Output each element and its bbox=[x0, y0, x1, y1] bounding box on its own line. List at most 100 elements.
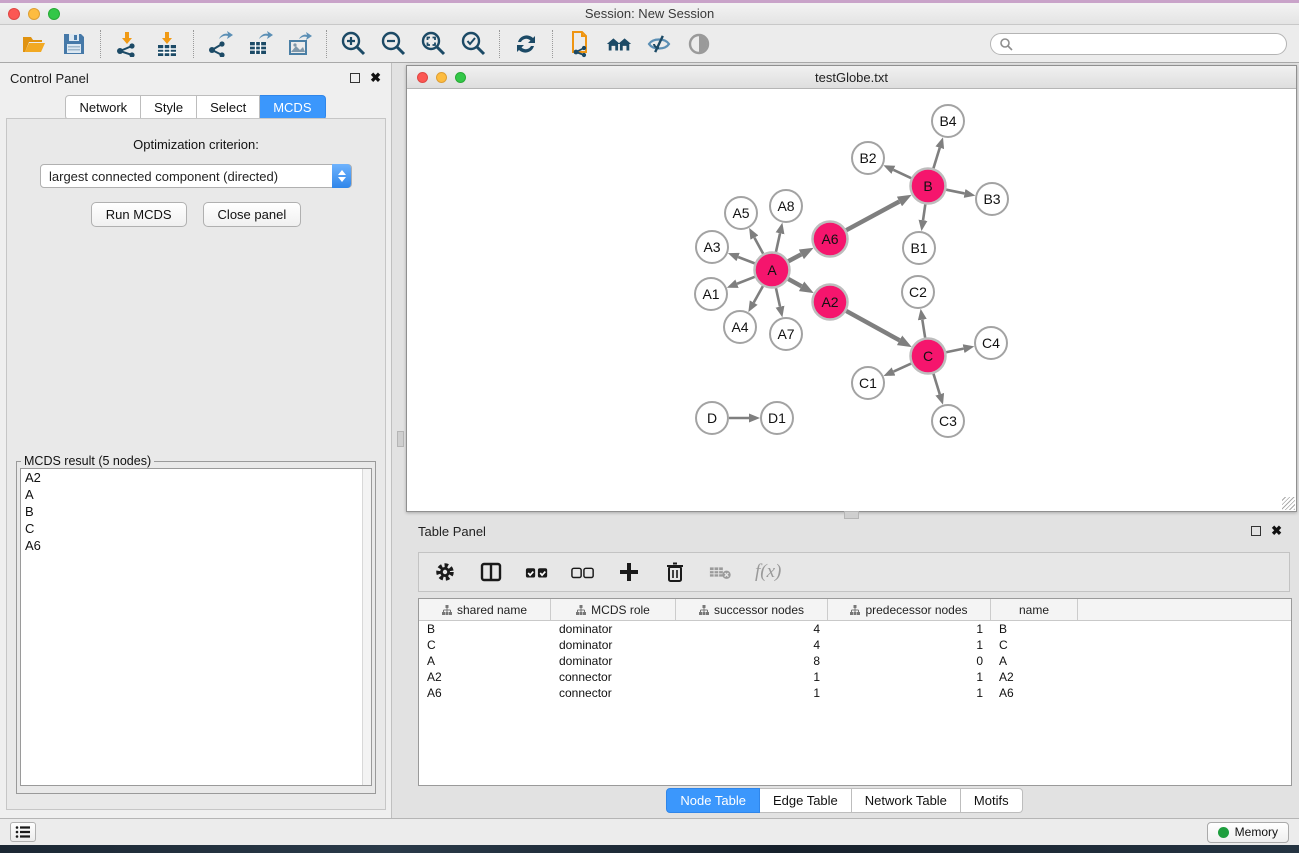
tab-network[interactable]: Network bbox=[65, 95, 141, 120]
table-cell[interactable]: 1 bbox=[828, 638, 991, 652]
network-zoom-button[interactable] bbox=[455, 72, 466, 83]
table-row[interactable]: Bdominator41B bbox=[419, 621, 1291, 637]
graph-edge[interactable] bbox=[754, 238, 763, 254]
table-cell[interactable]: 1 bbox=[676, 670, 828, 684]
table-cell[interactable]: C bbox=[991, 638, 1078, 652]
delete-table-icon[interactable] bbox=[709, 560, 733, 584]
window-resize-grip[interactable] bbox=[1282, 497, 1295, 510]
show-graphics-details-icon[interactable] bbox=[685, 30, 713, 58]
close-panel-icon[interactable]: ✖ bbox=[370, 73, 381, 83]
float-panel-icon[interactable] bbox=[350, 73, 360, 83]
criterion-dropdown[interactable]: largest connected component (directed) bbox=[40, 164, 352, 188]
tab-node-table[interactable]: Node Table bbox=[666, 788, 760, 813]
graph-edge[interactable] bbox=[922, 320, 925, 338]
table-cell[interactable]: dominator bbox=[551, 654, 676, 668]
table-cell[interactable]: connector bbox=[551, 670, 676, 684]
column-header[interactable]: MCDS role bbox=[551, 599, 676, 620]
export-network-icon[interactable] bbox=[206, 30, 234, 58]
graph-edge[interactable] bbox=[846, 311, 899, 340]
list-item[interactable]: C bbox=[21, 520, 371, 537]
graph-edge[interactable] bbox=[923, 204, 925, 220]
graph-edge[interactable] bbox=[754, 286, 763, 302]
column-header[interactable]: successor nodes bbox=[676, 599, 828, 620]
zoom-out-icon[interactable] bbox=[379, 30, 407, 58]
table-cell[interactable]: connector bbox=[551, 686, 676, 700]
table-row[interactable]: Cdominator41C bbox=[419, 637, 1291, 653]
first-neighbors-icon[interactable] bbox=[605, 30, 633, 58]
graph-edge[interactable] bbox=[737, 277, 755, 284]
graph-edge[interactable] bbox=[933, 148, 939, 169]
table-cell[interactable]: A bbox=[991, 654, 1078, 668]
table-settings-gear-icon[interactable] bbox=[433, 560, 457, 584]
import-network-icon[interactable] bbox=[113, 30, 141, 58]
table-cell[interactable]: C bbox=[419, 638, 551, 652]
run-mcds-button[interactable]: Run MCDS bbox=[91, 202, 187, 227]
table-cell[interactable]: A6 bbox=[991, 686, 1078, 700]
table-row[interactable]: Adominator80A bbox=[419, 653, 1291, 669]
graph-edge[interactable] bbox=[946, 349, 963, 353]
column-header[interactable]: name bbox=[991, 599, 1078, 620]
zoom-fit-icon[interactable] bbox=[419, 30, 447, 58]
result-scrollbar[interactable] bbox=[362, 469, 371, 785]
table-cell[interactable]: 8 bbox=[676, 654, 828, 668]
list-item[interactable]: B bbox=[21, 503, 371, 520]
zoom-window-button[interactable] bbox=[48, 8, 60, 20]
tab-mcds[interactable]: MCDS bbox=[260, 95, 325, 120]
list-item[interactable]: A2 bbox=[21, 469, 371, 486]
network-canvas[interactable]: B4B2BB3A8A5A6A3B1AC2A1A2A4A7C4CC1C3DD1 bbox=[407, 89, 1296, 511]
minimize-window-button[interactable] bbox=[28, 8, 40, 20]
export-image-icon[interactable] bbox=[286, 30, 314, 58]
table-cell[interactable]: 4 bbox=[676, 622, 828, 636]
memory-button[interactable]: Memory bbox=[1207, 822, 1289, 843]
column-header[interactable]: shared name bbox=[419, 599, 551, 620]
graph-edge[interactable] bbox=[894, 364, 912, 372]
close-table-panel-icon[interactable]: ✖ bbox=[1271, 526, 1282, 536]
network-close-button[interactable] bbox=[417, 72, 428, 83]
graph-edge[interactable] bbox=[788, 279, 801, 286]
table-cell[interactable]: A bbox=[419, 654, 551, 668]
table-cell[interactable]: dominator bbox=[551, 622, 676, 636]
table-cell[interactable]: A6 bbox=[419, 686, 551, 700]
tab-network-table[interactable]: Network Table bbox=[852, 788, 961, 813]
new-network-from-selection-icon[interactable] bbox=[565, 30, 593, 58]
hide-graphics-details-icon[interactable] bbox=[645, 30, 673, 58]
column-layout-icon[interactable] bbox=[479, 560, 503, 584]
import-table-icon[interactable] bbox=[153, 30, 181, 58]
graph-edge[interactable] bbox=[788, 254, 801, 261]
search-field[interactable] bbox=[990, 33, 1287, 55]
table-cell[interactable]: 4 bbox=[676, 638, 828, 652]
table-cell[interactable]: A2 bbox=[419, 670, 551, 684]
splitter-grip-vertical[interactable] bbox=[397, 431, 404, 447]
table-cell[interactable]: 1 bbox=[828, 686, 991, 700]
table-cell[interactable]: A2 bbox=[991, 670, 1078, 684]
tab-edge-table[interactable]: Edge Table bbox=[760, 788, 852, 813]
network-graph[interactable]: B4B2BB3A8A5A6A3B1AC2A1A2A4A7C4CC1C3DD1 bbox=[407, 89, 1296, 511]
function-builder-icon[interactable]: f(x) bbox=[755, 561, 781, 583]
graph-edge[interactable] bbox=[738, 257, 755, 263]
table-cell[interactable]: B bbox=[991, 622, 1078, 636]
graph-edge[interactable] bbox=[933, 374, 939, 395]
zoom-selected-icon[interactable] bbox=[459, 30, 487, 58]
graph-edge[interactable] bbox=[946, 190, 964, 194]
refresh-icon[interactable] bbox=[512, 30, 540, 58]
float-table-panel-icon[interactable] bbox=[1251, 526, 1261, 536]
list-item[interactable]: A bbox=[21, 486, 371, 503]
task-history-button[interactable] bbox=[10, 822, 36, 842]
mcds-result-list[interactable]: A2ABCA6 bbox=[20, 468, 372, 786]
table-cell[interactable]: 1 bbox=[828, 670, 991, 684]
close-window-button[interactable] bbox=[8, 8, 20, 20]
table-cell[interactable]: 0 bbox=[828, 654, 991, 668]
graph-edge[interactable] bbox=[846, 201, 899, 230]
table-cell[interactable]: dominator bbox=[551, 638, 676, 652]
open-file-icon[interactable] bbox=[20, 30, 48, 58]
close-panel-button[interactable]: Close panel bbox=[203, 202, 302, 227]
graph-edge[interactable] bbox=[776, 288, 780, 307]
tab-style[interactable]: Style bbox=[141, 95, 197, 120]
table-row[interactable]: A2connector11A2 bbox=[419, 669, 1291, 685]
deselect-all-checkboxes-icon[interactable] bbox=[571, 560, 595, 584]
column-header[interactable]: predecessor nodes bbox=[828, 599, 991, 620]
delete-column-trash-icon[interactable] bbox=[663, 560, 687, 584]
table-cell[interactable]: 1 bbox=[676, 686, 828, 700]
zoom-in-icon[interactable] bbox=[339, 30, 367, 58]
table-cell[interactable]: 1 bbox=[828, 622, 991, 636]
